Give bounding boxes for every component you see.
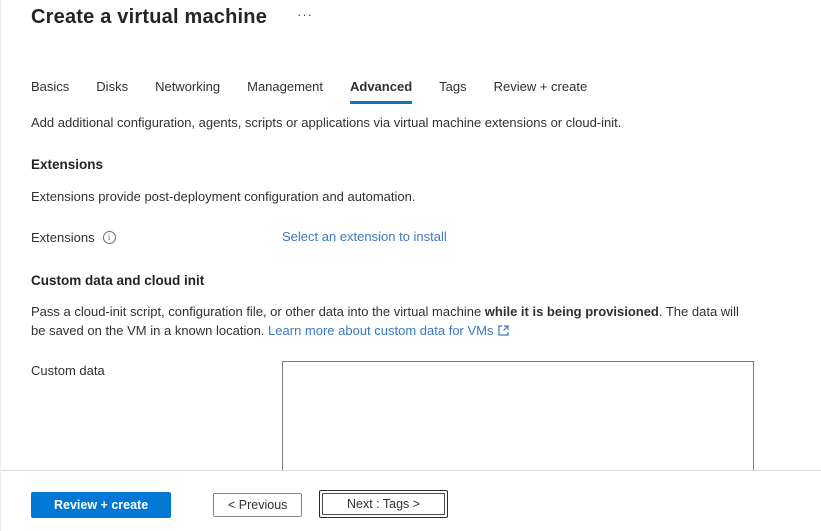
extensions-field-label-cell: Extensions i: [31, 228, 282, 245]
wizard-footer: Review + create < Previous Next : Tags >: [1, 470, 821, 531]
custom-data-field-label: Custom data: [31, 363, 105, 378]
tab-networking[interactable]: Networking: [155, 79, 220, 104]
title-row: Create a virtual machine ···: [31, 6, 791, 29]
tab-advanced[interactable]: Advanced: [350, 79, 412, 104]
more-options-icon[interactable]: ···: [295, 8, 315, 28]
next-tags-button[interactable]: Next : Tags >: [322, 493, 445, 515]
tab-disks[interactable]: Disks: [96, 79, 128, 104]
review-create-button[interactable]: Review + create: [31, 492, 171, 518]
extensions-section-description: Extensions provide post-deployment confi…: [31, 189, 791, 204]
extensions-field-label: Extensions: [31, 230, 95, 245]
learn-more-link-text: Learn more about custom data for VMs: [268, 323, 493, 338]
custom-data-field-row: Custom data: [31, 361, 791, 470]
next-button-focus-ring: Next : Tags >: [319, 490, 448, 518]
tab-tags[interactable]: Tags: [439, 79, 466, 104]
tab-basics[interactable]: Basics: [31, 79, 69, 104]
custom-data-description: Pass a cloud-init script, configuration …: [31, 302, 747, 340]
extensions-section-heading: Extensions: [31, 157, 791, 172]
custom-data-section-heading: Custom data and cloud init: [31, 273, 791, 288]
custom-data-field-label-cell: Custom data: [31, 361, 282, 378]
tab-intro-text: Add additional configuration, agents, sc…: [31, 115, 791, 130]
custom-data-description-bold: while it is being provisioned: [485, 304, 659, 319]
tab-management[interactable]: Management: [247, 79, 323, 104]
custom-data-textarea[interactable]: [282, 361, 754, 470]
select-extension-link[interactable]: Select an extension to install: [282, 229, 447, 244]
previous-button[interactable]: < Previous: [213, 493, 302, 517]
wizard-tabs: Basics Disks Networking Management Advan…: [31, 79, 791, 104]
external-link-icon: [498, 325, 509, 336]
blade-content: Create a virtual machine ··· Basics Disk…: [1, 0, 821, 470]
tab-review-create[interactable]: Review + create: [494, 79, 588, 104]
custom-data-description-text: Pass a cloud-init script, configuration …: [31, 304, 485, 319]
custom-data-field-control: [282, 361, 791, 470]
extensions-field-row: Extensions i Select an extension to inst…: [31, 228, 791, 246]
page-title: Create a virtual machine: [31, 6, 267, 29]
learn-more-link[interactable]: Learn more about custom data for VMs: [268, 323, 508, 338]
info-icon[interactable]: i: [103, 231, 116, 244]
extensions-field-control: Select an extension to install: [282, 228, 791, 246]
create-vm-blade: Create a virtual machine ··· Basics Disk…: [0, 0, 821, 531]
